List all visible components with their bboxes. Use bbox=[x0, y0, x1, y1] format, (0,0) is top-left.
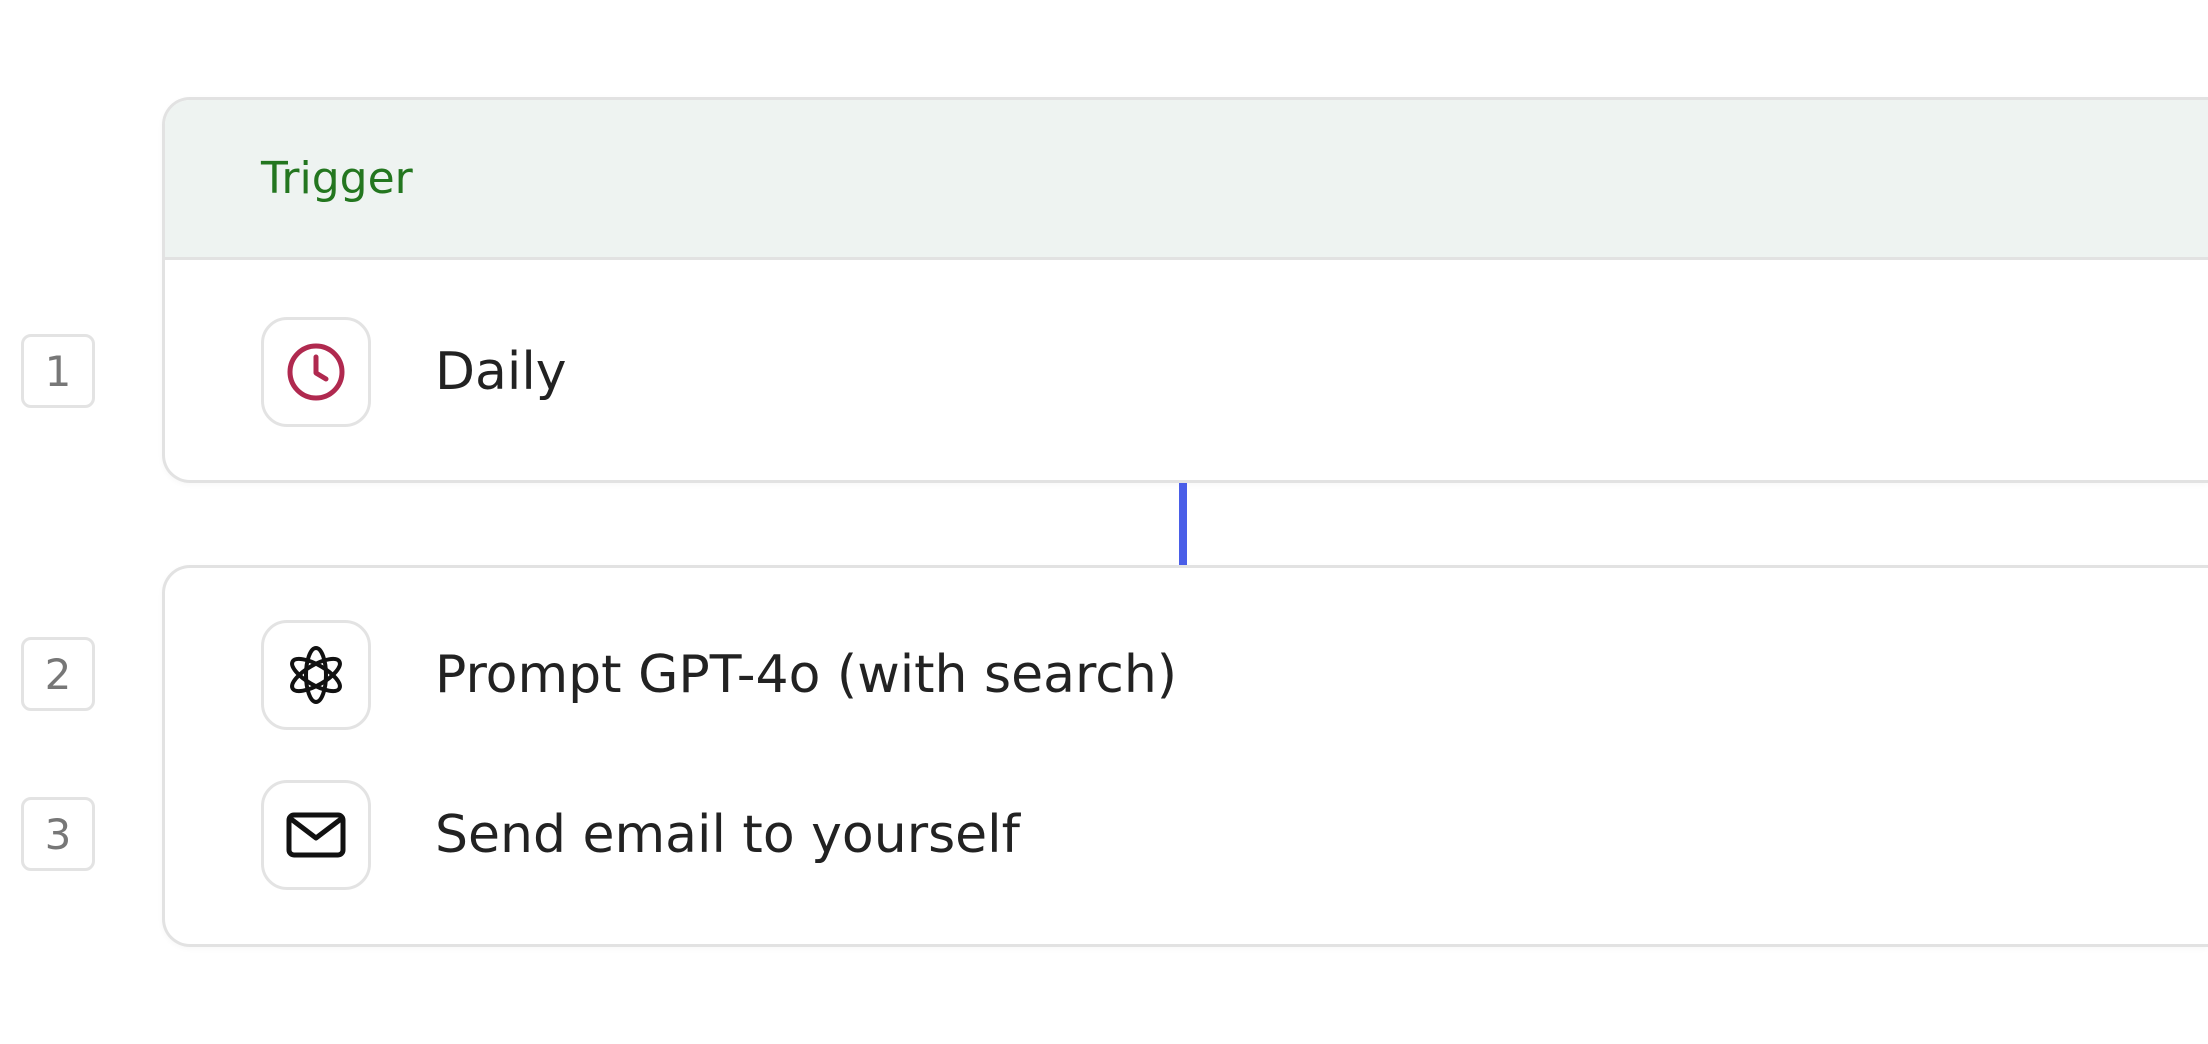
openai-icon bbox=[290, 646, 342, 704]
mail-icon bbox=[286, 812, 346, 858]
workflow-canvas: 1 2 3 Trigger Daily Prompt GPT-4o (with … bbox=[0, 0, 2208, 1044]
step-number-1: 1 bbox=[21, 334, 95, 408]
step-connector-line bbox=[1179, 483, 1187, 565]
step-number-2: 2 bbox=[21, 637, 95, 711]
trigger-step-daily[interactable]: Daily bbox=[261, 317, 567, 427]
step-number-3: 3 bbox=[21, 797, 95, 871]
step-prompt-gpt-label: Prompt GPT-4o (with search) bbox=[435, 645, 1178, 705]
step-send-email-label: Send email to yourself bbox=[435, 805, 1020, 865]
openai-icon-box bbox=[261, 620, 371, 730]
trigger-label: Trigger bbox=[261, 153, 413, 204]
clock-icon bbox=[287, 343, 345, 401]
mail-icon-box bbox=[261, 780, 371, 890]
trigger-card[interactable]: Trigger Daily bbox=[162, 97, 2208, 483]
trigger-header: Trigger bbox=[165, 100, 2208, 260]
actions-card[interactable]: Prompt GPT-4o (with search) Send email t… bbox=[162, 565, 2208, 947]
clock-icon-box bbox=[261, 317, 371, 427]
step-prompt-gpt[interactable]: Prompt GPT-4o (with search) bbox=[261, 620, 1177, 730]
step-send-email[interactable]: Send email to yourself bbox=[261, 780, 1020, 890]
trigger-step-label: Daily bbox=[435, 342, 567, 402]
